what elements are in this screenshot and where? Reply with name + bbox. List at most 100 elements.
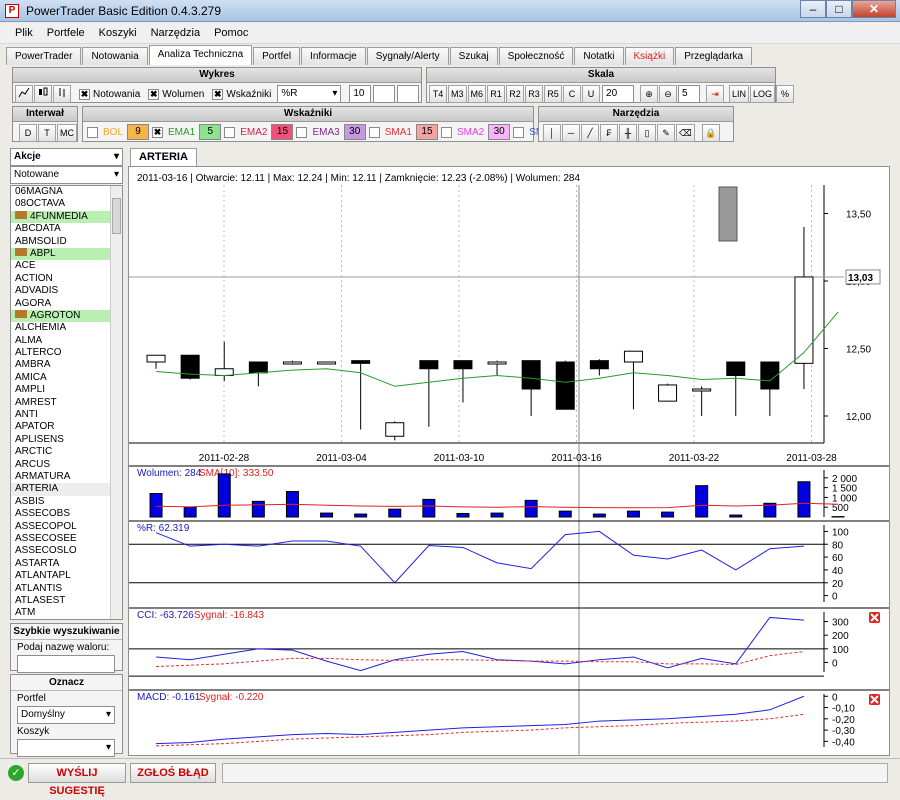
tab-notatki[interactable]: Notatki xyxy=(574,47,623,65)
fibonacci-horizontal-tool-icon[interactable]: ₣ xyxy=(600,124,618,142)
percent-scale-button[interactable]: % xyxy=(776,85,794,103)
stock-list-scrollbar[interactable] xyxy=(110,186,122,619)
menu-narzedzia[interactable]: Narzędzia xyxy=(144,23,208,43)
go-end-icon[interactable]: ⇥ xyxy=(706,85,724,103)
trend-line-tool-icon[interactable]: ╱ xyxy=(581,124,599,142)
tab-analiza-techniczna[interactable]: Analiza Techniczna xyxy=(149,45,252,65)
stock-list-item[interactable]: ARMATURA xyxy=(11,471,122,483)
indicator-bol[interactable]: BOL9 xyxy=(87,124,149,140)
tab-przegladarka[interactable]: Przeglądarka xyxy=(675,47,752,65)
indicator-sma2[interactable]: SMA230 xyxy=(441,124,510,140)
range-r3-button[interactable]: R3 xyxy=(525,85,543,103)
filter-select[interactable]: Notowane xyxy=(10,166,123,184)
chart-tab-arteria[interactable]: ARTERIA xyxy=(130,148,197,166)
tab-ksiazki[interactable]: Książki xyxy=(625,47,675,65)
stock-list-item[interactable]: AMBRA xyxy=(11,359,122,371)
indicator-period-field[interactable]: 10 xyxy=(349,85,371,103)
stock-list-item[interactable]: ASSECOBS xyxy=(11,508,122,520)
stock-list-item[interactable]: ARCTIC xyxy=(11,446,122,458)
stock-list-item[interactable]: ATLASEST xyxy=(11,595,122,607)
stock-list-item[interactable]: ARCUS xyxy=(11,459,122,471)
stock-list-item[interactable]: ATLANTAPL xyxy=(11,570,122,582)
stock-list-item[interactable]: ADVADIS xyxy=(11,285,122,297)
wolumen-checkbox[interactable]: ✖Wolumen xyxy=(148,89,204,100)
menu-portfele[interactable]: Portfele xyxy=(40,23,92,43)
menu-plik[interactable]: Plik xyxy=(8,23,40,43)
stock-list-item[interactable]: 06MAGNA xyxy=(11,186,122,198)
stock-list-item[interactable]: ASSECOSLO xyxy=(11,545,122,557)
quick-search-input[interactable] xyxy=(17,655,115,673)
indicator-period[interactable]: 15 xyxy=(271,124,293,140)
stock-list-item[interactable]: APLISENS xyxy=(11,434,122,446)
stock-list-item[interactable]: 4FUNMEDIA xyxy=(11,211,122,223)
range-t4-button[interactable]: T4 xyxy=(429,85,447,103)
stock-list-item[interactable]: ABMSOLID xyxy=(11,236,122,248)
log-scale-button[interactable]: LOG xyxy=(750,85,775,103)
stock-list-item[interactable]: ATM xyxy=(11,607,122,619)
stock-list-item[interactable]: ARTERIA xyxy=(11,483,122,495)
koszyk-select[interactable] xyxy=(17,739,115,757)
stock-list-item[interactable]: APATOR xyxy=(11,421,122,433)
indicator-param3-field[interactable] xyxy=(397,85,419,103)
chart-area[interactable]: 2011-03-16 | Otwarcie: 12.11 | Max: 12.2… xyxy=(128,166,890,756)
eraser-tool-icon[interactable]: ⌫ xyxy=(676,124,695,142)
stock-list-item[interactable]: AMICA xyxy=(11,372,122,384)
stock-list-item[interactable]: ASSECOSEE xyxy=(11,533,122,545)
stock-list-item[interactable]: ANTI xyxy=(11,409,122,421)
indicator-param2-field[interactable] xyxy=(373,85,395,103)
tab-powertrader[interactable]: PowerTrader xyxy=(6,47,81,65)
vertical-line-tool-icon[interactable]: │ xyxy=(543,124,561,142)
rectangle-tool-icon[interactable]: ▯ xyxy=(638,124,656,142)
fibonacci-vertical-tool-icon[interactable]: ╫ xyxy=(619,124,637,142)
stock-list-item[interactable]: ACE xyxy=(11,260,122,272)
range-c-button[interactable]: C xyxy=(563,85,581,103)
edit-tool-icon[interactable]: ✎ xyxy=(657,124,675,142)
zoom-out-icon[interactable]: ⊖ xyxy=(659,85,677,103)
indicator-period[interactable]: 15 xyxy=(416,124,438,140)
stock-list-item[interactable]: AGORA xyxy=(11,298,122,310)
close-button[interactable]: ✕ xyxy=(852,0,896,18)
stock-list-item[interactable]: ALMA xyxy=(11,335,122,347)
menu-pomoc[interactable]: Pomoc xyxy=(207,23,255,43)
range-r1-button[interactable]: R1 xyxy=(487,85,505,103)
range-u-button[interactable]: U xyxy=(582,85,600,103)
horizontal-line-tool-icon[interactable]: ─ xyxy=(562,124,580,142)
stock-list-item[interactable]: AMREST xyxy=(11,397,122,409)
wskazniki-checkbox[interactable]: ✖Wskaźniki xyxy=(212,89,271,100)
interval-month-button[interactable]: MC xyxy=(57,124,77,142)
range-m6-button[interactable]: M6 xyxy=(468,85,487,103)
stock-list-item[interactable]: 08OCTAVA xyxy=(11,198,122,210)
range-r2-button[interactable]: R2 xyxy=(506,85,524,103)
indicator-sma1[interactable]: SMA115 xyxy=(369,124,438,140)
stock-list-item[interactable]: ACTION xyxy=(11,273,122,285)
range-r5-button[interactable]: R5 xyxy=(544,85,562,103)
portfel-select[interactable]: Domyślny xyxy=(17,706,115,724)
indicator-ema1[interactable]: ✖EMA15 xyxy=(152,124,221,140)
minimize-button[interactable]: – xyxy=(800,0,826,18)
tab-spolecznosc[interactable]: Społeczność xyxy=(499,47,574,65)
tab-notowania[interactable]: Notowania xyxy=(82,47,147,65)
indicator-period[interactable]: 5 xyxy=(199,124,221,140)
stock-list-item[interactable]: ABPL xyxy=(11,248,122,260)
category-select[interactable]: Akcje xyxy=(10,148,123,166)
stock-list-item[interactable]: AGROTON xyxy=(11,310,122,322)
indicator-ema3[interactable]: EMA330 xyxy=(296,124,365,140)
chart-svg[interactable]: 2011-03-16 | Otwarcie: 12.11 | Max: 12.2… xyxy=(129,167,889,755)
indicator-ema2[interactable]: EMA215 xyxy=(224,124,293,140)
lin-scale-button[interactable]: LIN xyxy=(729,85,749,103)
tab-informacje[interactable]: Informacje xyxy=(301,47,366,65)
stock-list-item[interactable]: AMPLI xyxy=(11,384,122,396)
menu-koszyki[interactable]: Koszyki xyxy=(92,23,144,43)
notowania-checkbox[interactable]: ✖Notowania xyxy=(79,89,140,100)
send-suggestion-button[interactable]: WYŚLIJ SUGESTIĘ xyxy=(28,763,126,783)
zoom-in-icon[interactable]: ⊕ xyxy=(640,85,658,103)
stock-list-item[interactable]: ALTERCO xyxy=(11,347,122,359)
report-bug-button[interactable]: ZGŁOŚ BŁĄD xyxy=(130,763,216,783)
stock-list-item[interactable]: ASTARTA xyxy=(11,558,122,570)
tab-szukaj[interactable]: Szukaj xyxy=(450,47,498,65)
indicator-period[interactable]: 30 xyxy=(344,124,366,140)
range-value-field[interactable]: 20 xyxy=(602,85,634,103)
stock-list-item[interactable]: ALCHEMIA xyxy=(11,322,122,334)
interval-week-button[interactable]: T xyxy=(38,124,56,142)
lock-tool-icon[interactable]: 🔒 xyxy=(702,124,720,142)
